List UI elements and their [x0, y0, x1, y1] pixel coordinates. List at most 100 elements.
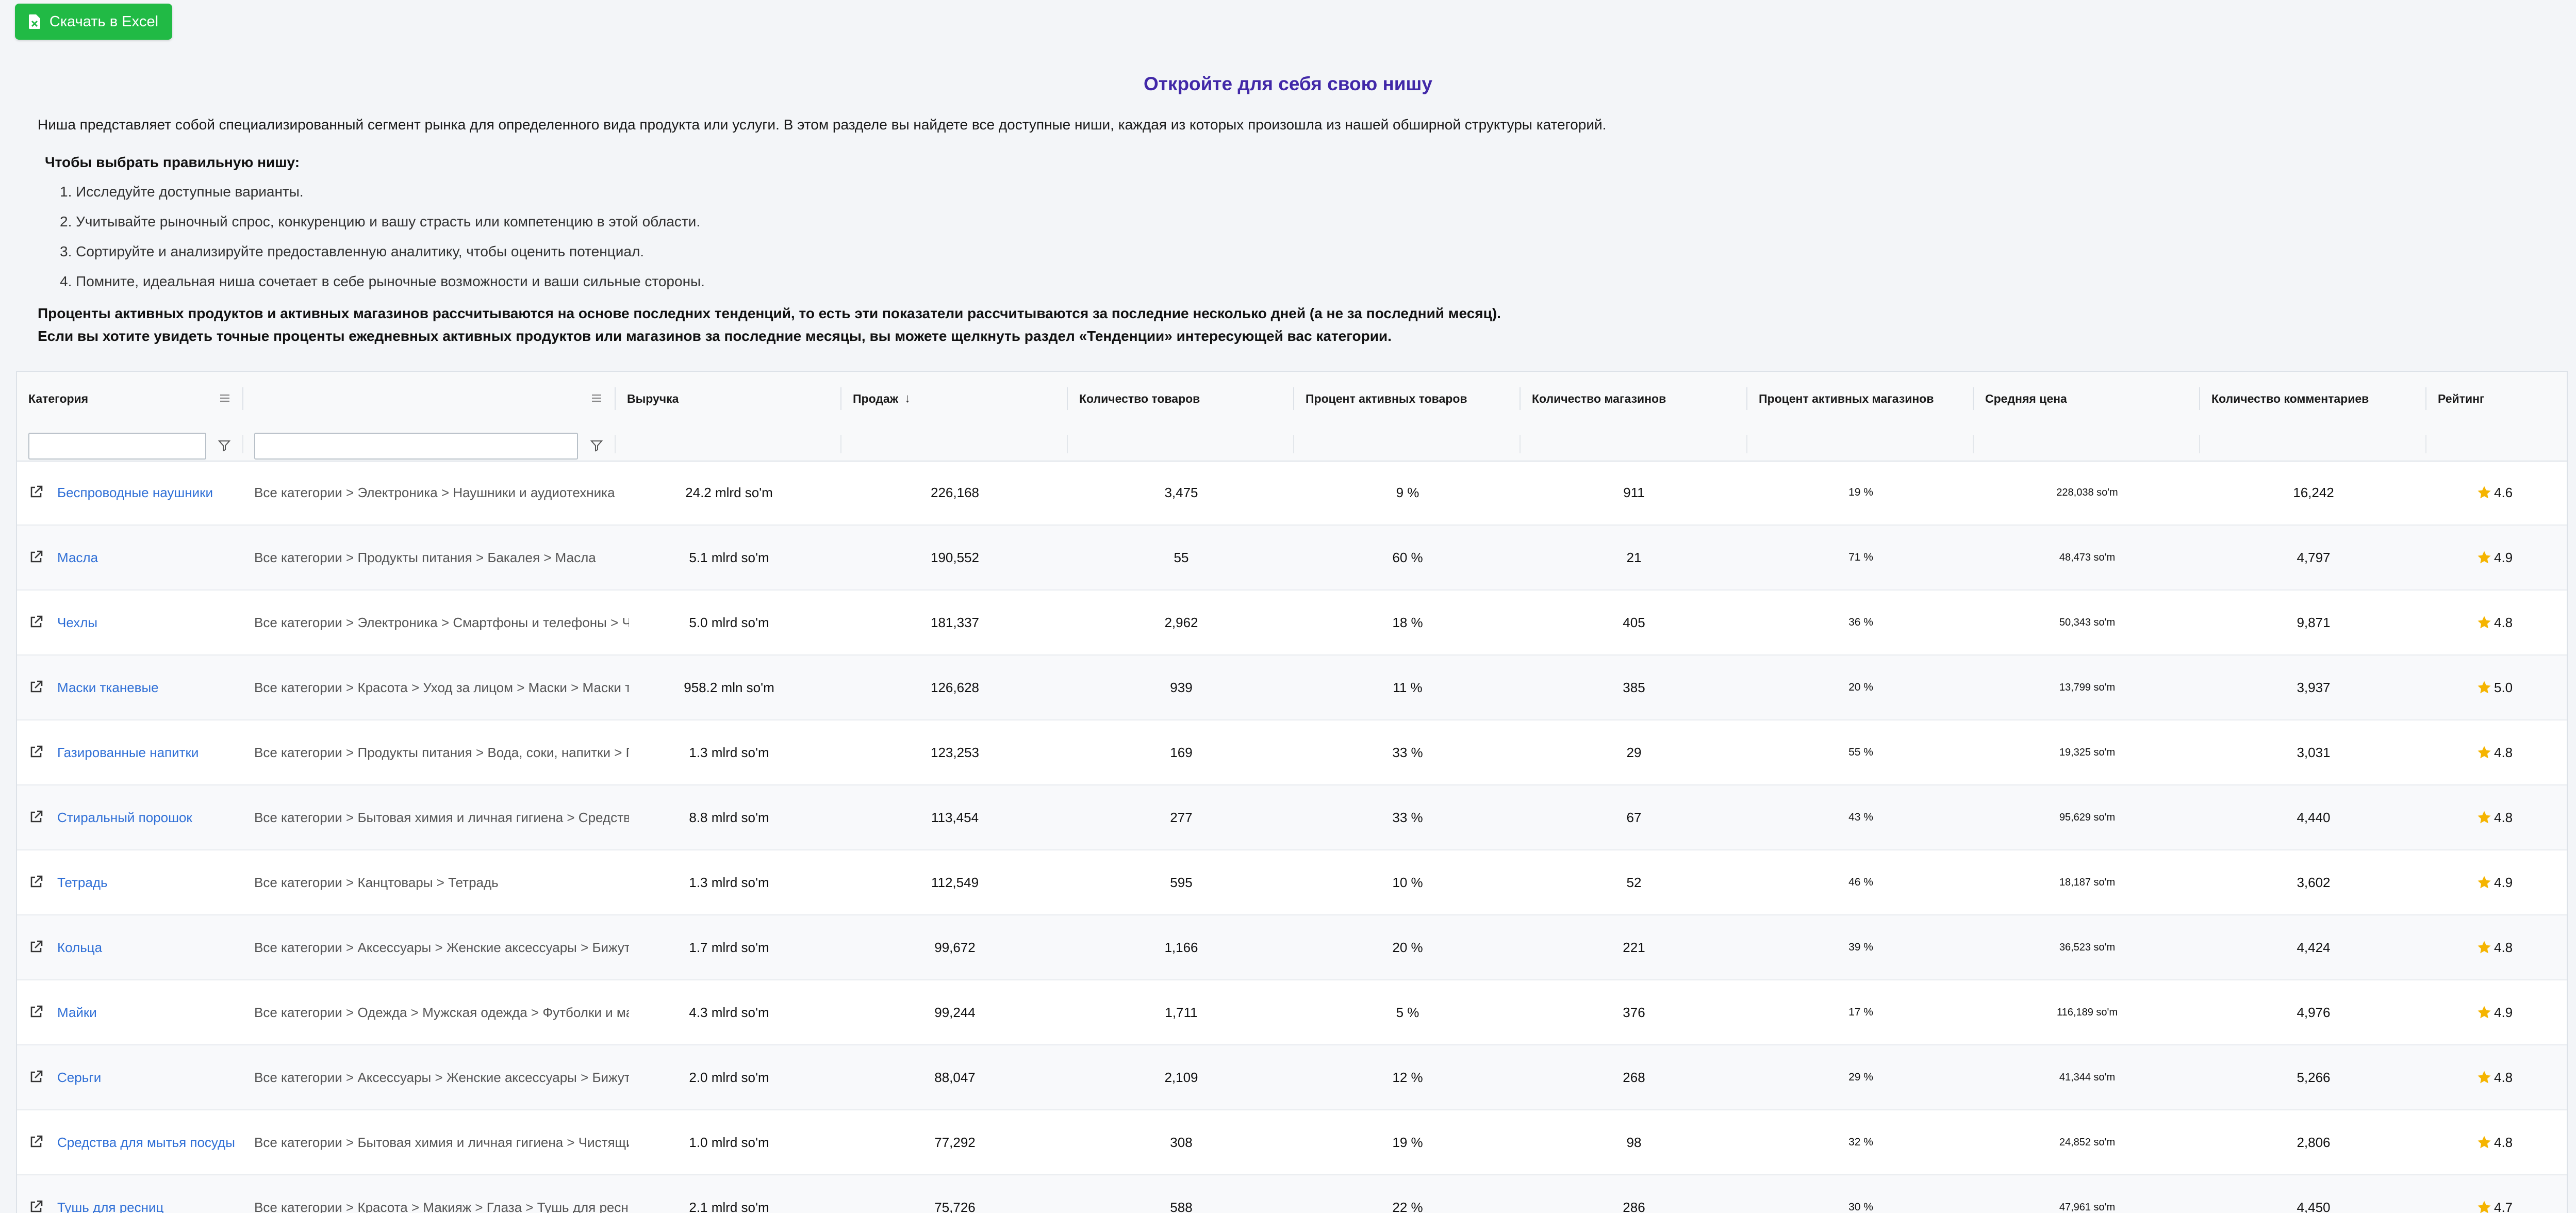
revenue-cell: 2.1 mlrd so'm — [689, 1199, 769, 1213]
star-icon — [2478, 616, 2491, 629]
step-item: 3. Сортируйте и анализируйте предоставле… — [60, 243, 645, 259]
column-header-products[interactable]: Количество товаров — [1068, 372, 1295, 425]
category-link[interactable]: Маски тканевые — [57, 655, 238, 719]
comments-cell: 3,602 — [2297, 874, 2331, 890]
sales-cell: 77,292 — [934, 1134, 976, 1150]
filter-separator — [1067, 435, 1068, 453]
table-row[interactable]: Чехлы Все категории > Электроника > Смар… — [17, 591, 2567, 655]
table-row[interactable]: Газированные напитки Все категории > Про… — [17, 720, 2567, 785]
active-products-cell: 12 % — [1392, 1069, 1423, 1085]
path-filter-input[interactable] — [254, 433, 578, 460]
products-cell: 939 — [1170, 679, 1193, 695]
external-link-icon[interactable] — [28, 614, 44, 630]
active-shops-cell: 71 % — [1848, 551, 1873, 563]
shops-cell: 21 — [1626, 549, 1642, 565]
column-header-revenue-label: Выручка — [627, 391, 679, 405]
active-products-cell: 11 % — [1393, 679, 1423, 695]
trends-note: Если вы хотите увидеть точные проценты е… — [38, 328, 1392, 344]
category-link[interactable]: Беспроводные наушники — [57, 461, 238, 524]
active-shops-cell: 55 % — [1848, 746, 1873, 758]
table-row[interactable]: Стиральный порошок Все категории > Бытов… — [17, 785, 2567, 850]
category-link[interactable]: Средства для мытья посуды — [57, 1110, 238, 1174]
active-shops-cell: 19 % — [1848, 486, 1873, 498]
avg-price-cell: 41,344 so'm — [2059, 1071, 2116, 1083]
revenue-cell: 5.1 mlrd so'm — [689, 549, 769, 565]
external-link-icon[interactable] — [28, 744, 44, 760]
table-row[interactable]: Маски тканевые Все категории > Красота >… — [17, 655, 2567, 720]
comments-cell: 3,937 — [2297, 679, 2331, 695]
active-products-cell: 33 % — [1392, 809, 1423, 825]
external-link-icon[interactable] — [28, 679, 44, 695]
external-link-icon[interactable] — [28, 1004, 44, 1020]
star-icon — [2478, 486, 2491, 499]
column-header-sales[interactable]: Продаж ↓ — [841, 372, 1068, 425]
external-link-icon[interactable] — [28, 484, 44, 500]
column-header-rating[interactable]: Рейтинг — [2426, 372, 2566, 425]
star-icon — [2478, 1071, 2491, 1084]
category-filter-input[interactable] — [28, 433, 206, 460]
column-header-active-products[interactable]: Процент активных товаров — [1294, 372, 1521, 425]
filter-separator — [615, 435, 616, 453]
active-shops-cell: 29 % — [1848, 1071, 1873, 1083]
column-header-revenue[interactable]: Выручка — [616, 372, 843, 425]
table-row[interactable]: Кольца Все категории > Аксессуары > Женс… — [17, 915, 2567, 980]
table-row[interactable]: Масла Все категории > Продукты питания >… — [17, 526, 2567, 591]
column-menu-icon[interactable] — [218, 391, 232, 405]
table-row[interactable]: Средства для мытья посуды Все категории … — [17, 1110, 2567, 1175]
download-excel-label: Скачать в Excel — [49, 13, 159, 30]
table-row[interactable]: Майки Все категории > Одежда > Мужская о… — [17, 980, 2567, 1045]
category-link[interactable]: Кольца — [57, 915, 238, 979]
active-shops-cell: 39 % — [1848, 941, 1873, 953]
filter-row — [17, 425, 2567, 462]
category-link[interactable]: Тушь для ресниц — [57, 1175, 238, 1213]
external-link-icon[interactable] — [28, 549, 44, 565]
external-link-icon[interactable] — [28, 1134, 44, 1150]
rating-value: 4.8 — [2494, 1134, 2513, 1150]
filter-separator — [840, 435, 841, 453]
sales-cell: 88,047 — [934, 1069, 976, 1085]
column-header-shops[interactable]: Количество магазинов — [1521, 372, 1747, 425]
sales-cell: 126,628 — [931, 679, 979, 695]
download-excel-button[interactable]: Скачать в Excel — [15, 4, 172, 40]
shops-cell: 405 — [1623, 614, 1645, 630]
column-header-active-shops[interactable]: Процент активных магазинов — [1747, 372, 1974, 425]
revenue-cell: 958.2 mln so'm — [684, 679, 774, 695]
sales-cell: 113,454 — [931, 809, 979, 825]
table-row[interactable]: Тетрадь Все категории > Канцтовары > Тет… — [17, 850, 2567, 915]
sort-desc-icon[interactable]: ↓ — [904, 391, 911, 406]
column-header-comments-label: Количество комментариев — [2211, 391, 2369, 405]
external-link-icon[interactable] — [28, 1199, 44, 1213]
category-link[interactable]: Стиральный порошок — [57, 785, 238, 849]
category-link[interactable]: Масла — [57, 526, 238, 589]
column-header-avg-price[interactable]: Средняя цена — [1974, 372, 2201, 425]
rating-cell: 4.8 — [2476, 591, 2564, 654]
external-link-icon[interactable] — [28, 874, 44, 890]
category-link[interactable]: Чехлы — [57, 591, 238, 654]
avg-price-cell: 116,189 so'm — [2057, 1006, 2118, 1018]
table-row[interactable]: Тушь для ресниц Все категории > Красота … — [17, 1175, 2567, 1213]
category-link[interactable]: Майки — [57, 980, 238, 1044]
column-header-rating-label: Рейтинг — [2438, 391, 2485, 405]
external-link-icon[interactable] — [28, 1069, 44, 1085]
filter-icon[interactable] — [218, 439, 231, 452]
column-menu-icon[interactable] — [590, 391, 603, 405]
category-path: Все категории > Красота > Макияж > Глаза… — [254, 1199, 629, 1213]
column-header-category-label: Категория — [28, 391, 89, 405]
column-header-path[interactable] — [243, 372, 616, 425]
table-row[interactable]: Серьги Все категории > Аксессуары > Женс… — [17, 1045, 2567, 1110]
external-link-icon[interactable] — [28, 809, 44, 825]
external-link-icon[interactable] — [28, 939, 44, 955]
category-link[interactable]: Газированные напитки — [57, 720, 238, 784]
active-shops-cell: 30 % — [1848, 1201, 1873, 1213]
column-header-comments[interactable]: Количество комментариев — [2200, 372, 2427, 425]
products-cell: 588 — [1170, 1199, 1193, 1213]
sales-cell: 181,337 — [931, 614, 979, 630]
shops-cell: 29 — [1626, 744, 1642, 760]
category-link[interactable]: Серьги — [57, 1045, 238, 1109]
column-header-category[interactable]: Категория — [17, 372, 244, 425]
table-row[interactable]: Беспроводные наушники Все категории > Эл… — [17, 461, 2567, 526]
comments-cell: 5,266 — [2297, 1069, 2331, 1085]
rating-cell: 4.6 — [2476, 461, 2564, 524]
category-link[interactable]: Тетрадь — [57, 850, 238, 914]
filter-icon[interactable] — [590, 439, 603, 452]
